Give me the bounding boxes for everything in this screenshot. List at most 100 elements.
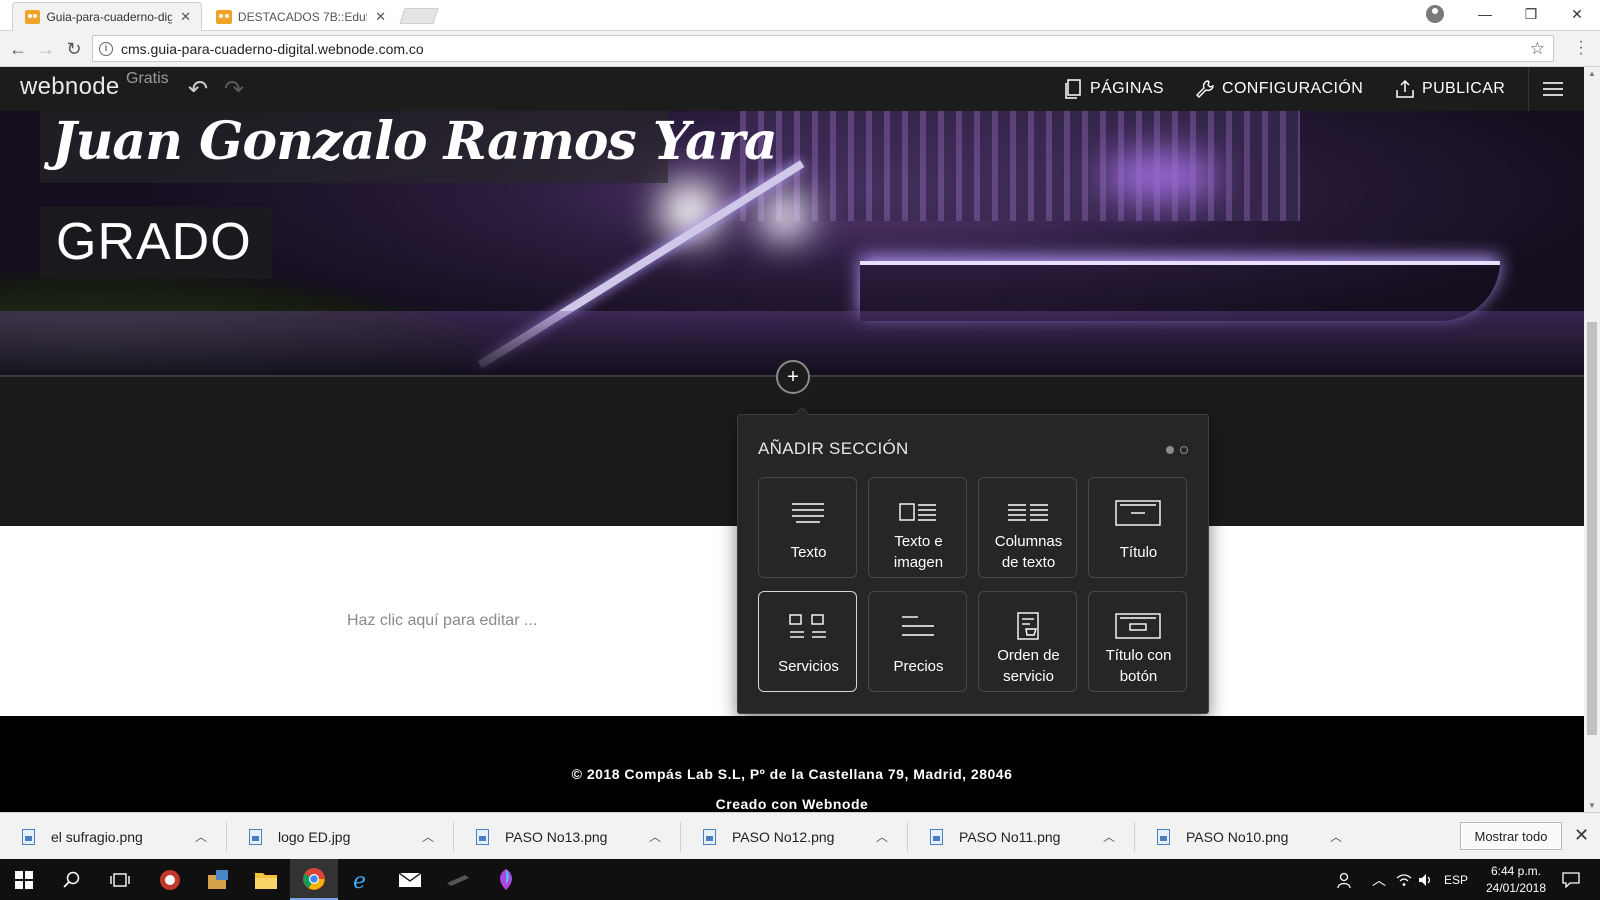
back-icon[interactable]: ← [6, 37, 30, 61]
tile-label: Texto e imagen [869, 531, 968, 573]
volume-icon[interactable] [1418, 859, 1434, 900]
mail-icon[interactable] [386, 859, 434, 900]
close-window-icon[interactable]: ✕ [1554, 0, 1600, 28]
notifications-icon[interactable] [1562, 859, 1580, 900]
tile-label-line: Título con [1105, 647, 1172, 664]
page-dot-active[interactable] [1166, 446, 1174, 454]
section-tile-precios[interactable]: Precios [868, 591, 967, 692]
edit-placeholder[interactable]: Haz clic aquí para editar ... [347, 612, 537, 630]
section-tile-texto[interactable]: Texto [758, 477, 857, 578]
download-filename: PASO No10.png [1186, 828, 1289, 845]
scroll-down-icon[interactable]: ▼ [1584, 801, 1600, 810]
new-tab-button[interactable] [399, 8, 439, 24]
section-tile-servicios[interactable]: Servicios [758, 591, 857, 692]
file-explorer-icon[interactable] [242, 859, 290, 900]
webnode-logo[interactable]: webnode [20, 73, 120, 101]
download-item[interactable]: PASO No12.png ︿ [681, 813, 908, 860]
publish-button[interactable]: PUBLICAR [1395, 67, 1505, 111]
minimize-icon[interactable]: — [1462, 0, 1508, 28]
hero-building [740, 111, 1300, 221]
address-bar: ← → ↻ i cms.guia-para-cuaderno-digital.w… [0, 31, 1600, 67]
add-section-button[interactable]: + [776, 360, 810, 394]
chevron-up-icon[interactable]: ︿ [1330, 828, 1342, 845]
section-tile-titulo-boton[interactable]: Título con botón [1088, 591, 1187, 692]
chevron-up-icon[interactable]: ︿ [422, 828, 434, 845]
chevron-up-icon[interactable]: ︿ [195, 828, 207, 845]
page-dot[interactable] [1180, 446, 1188, 454]
close-tab-icon[interactable]: ✕ [180, 9, 191, 25]
windows-start-icon[interactable] [0, 859, 48, 900]
app-red-icon[interactable] [146, 859, 194, 900]
hero-light [760, 191, 810, 241]
pages-icon [1063, 79, 1083, 99]
services-icon [789, 614, 826, 638]
scrollbar-thumb[interactable] [1587, 322, 1597, 735]
download-filename: logo ED.jpg [278, 828, 351, 845]
tile-label-line: botón [1119, 668, 1158, 685]
tab-title: DESTACADOS 7B::Edufis [237, 9, 368, 24]
section-tile-titulo[interactable]: Título [1088, 477, 1187, 578]
hero-subtitle[interactable]: GRADO [56, 212, 252, 272]
app-package-icon[interactable] [194, 859, 242, 900]
chevron-up-icon[interactable]: ︿ [876, 828, 888, 845]
download-item[interactable]: logo ED.jpg ︿ [227, 813, 454, 860]
reload-icon[interactable]: ↻ [62, 37, 86, 61]
download-item[interactable]: el sufragio.png ︿ [0, 813, 227, 860]
tile-label-line: Texto e [894, 533, 943, 550]
search-icon[interactable] [48, 859, 96, 900]
prices-icon [902, 616, 934, 636]
download-item[interactable]: PASO No10.png ︿ [1135, 813, 1362, 860]
footer: © 2018 Compás Lab S.L, Pº de la Castella… [0, 716, 1584, 812]
chevron-up-icon[interactable]: ︿ [1103, 828, 1115, 845]
profile-icon[interactable] [1426, 5, 1444, 23]
footer-created-with[interactable]: Creado con Webnode [0, 796, 1584, 812]
language-indicator[interactable]: ESP [1444, 859, 1468, 900]
undo-icon[interactable]: ↶ [188, 75, 208, 104]
tile-label-line: Orden de [997, 647, 1060, 664]
close-tab-icon[interactable]: ✕ [375, 9, 386, 25]
forward-icon[interactable]: → [34, 37, 58, 61]
chevron-up-icon[interactable]: ︿ [649, 828, 661, 845]
image-file-icon [249, 828, 262, 845]
system-clock[interactable]: 6:44 p.m. 24/01/2018 [1476, 863, 1556, 897]
url-text: cms.guia-para-cuaderno-digital.webnode.c… [121, 40, 424, 57]
section-tile-texto-imagen[interactable]: Texto e imagen [868, 477, 967, 578]
hamburger-menu-icon[interactable] [1543, 79, 1563, 99]
image-file-icon [930, 828, 943, 845]
task-view-icon[interactable] [96, 859, 144, 900]
browser-menu-icon[interactable]: · · · [1577, 34, 1585, 62]
app-stylus-icon[interactable] [434, 859, 482, 900]
browser-tab[interactable]: DESTACADOS 7B::Edufis ✕ [204, 2, 396, 31]
hero-title[interactable]: Juan Gonzalo Ramos Yara [52, 111, 778, 172]
people-icon[interactable] [1336, 859, 1354, 900]
chrome-icon[interactable] [290, 859, 338, 900]
close-downloads-icon[interactable]: ✕ [1574, 825, 1589, 846]
browser-tab-active[interactable]: Guia-para-cuaderno-digi ✕ [12, 2, 202, 31]
bookmark-star-icon[interactable]: ☆ [1530, 39, 1545, 59]
show-all-downloads-button[interactable]: Mostrar todo [1460, 822, 1562, 850]
section-tile-columnas[interactable]: Columnas de texto [978, 477, 1077, 578]
restore-icon[interactable]: ❐ [1508, 0, 1554, 28]
wifi-icon[interactable] [1396, 859, 1412, 900]
redo-icon[interactable]: ↷ [224, 75, 244, 104]
section-tile-orden[interactable]: Orden de servicio [978, 591, 1077, 692]
settings-button[interactable]: CONFIGURACIÓN [1195, 67, 1363, 111]
text-lines-icon [792, 503, 824, 523]
app-paint-icon[interactable] [482, 859, 530, 900]
plan-label: Gratis [126, 70, 169, 87]
browser-tabstrip: Guia-para-cuaderno-digi ✕ DESTACADOS 7B:… [0, 0, 1600, 31]
internet-explorer-icon[interactable]: e [338, 859, 386, 900]
scroll-up-icon[interactable]: ▲ [1584, 69, 1600, 78]
page-scrollbar[interactable]: ▲ ▼ [1584, 67, 1600, 812]
url-input[interactable]: i cms.guia-para-cuaderno-digital.webnode… [92, 35, 1554, 62]
pages-button[interactable]: PÁGINAS [1063, 67, 1164, 111]
tray-chevron-up-icon[interactable]: ︿ [1372, 859, 1386, 900]
footer-copyright[interactable]: © 2018 Compás Lab S.L, Pº de la Castella… [0, 766, 1584, 782]
site-info-icon[interactable]: i [99, 41, 113, 56]
tile-label: Título con botón [1089, 645, 1188, 687]
tile-label: Columnas de texto [979, 531, 1078, 573]
image-file-icon [703, 828, 716, 845]
download-filename: PASO No12.png [732, 828, 835, 845]
download-item[interactable]: PASO No13.png ︿ [454, 813, 681, 860]
download-item[interactable]: PASO No11.png ︿ [908, 813, 1135, 860]
